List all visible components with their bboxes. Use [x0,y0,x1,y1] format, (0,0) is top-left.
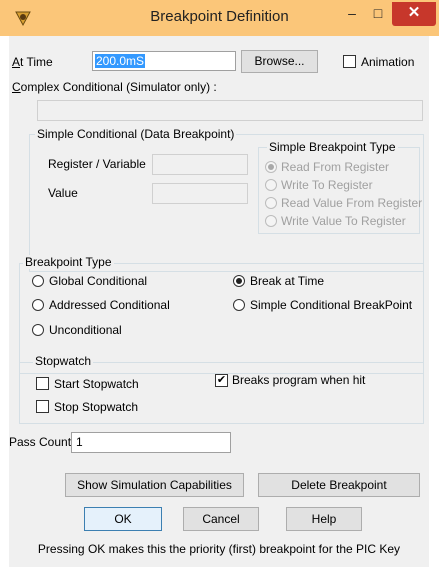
break-at-time-label: Break at Time [250,274,325,288]
footer-note: Pressing OK makes this the priority (fir… [37,542,401,556]
start-stopwatch-checkbox[interactable] [36,377,49,390]
ok-button[interactable]: OK [84,507,162,531]
start-stopwatch-label: Start Stopwatch [54,377,139,391]
register-variable-label: Register / Variable [48,157,146,171]
simple-conditional-legend: Simple Conditional (Data Breakpoint) [35,127,237,141]
minimize-button[interactable]: – [339,2,365,26]
help-button[interactable]: Help [286,507,362,531]
write-to-register-label: Write To Register [281,178,373,192]
pass-count-label: Pass Count [9,435,72,449]
breakpoint-type-legend: Breakpoint Type [23,255,114,269]
write-to-register-radio[interactable] [265,179,277,191]
complex-mnemonic: C [12,80,21,94]
simple-conditional-breakpoint-radio[interactable] [233,299,245,311]
simple-conditional-breakpoint-label: Simple Conditional BreakPoint [250,298,413,312]
stop-stopwatch-checkbox[interactable] [36,400,49,413]
value-input[interactable] [152,183,248,204]
dialog-body: At Time 200.0mS Browse... Animation Comp… [9,36,429,567]
stopwatch-group [19,362,424,424]
global-conditional-radio[interactable] [32,275,44,287]
write-value-to-register-radio[interactable] [265,215,277,227]
close-button[interactable]: ✕ [392,2,436,26]
pass-count-input[interactable]: 1 [71,432,231,453]
read-from-register-label: Read From Register [281,160,390,174]
register-variable-input[interactable] [152,154,248,175]
write-value-to-register-label: Write Value To Register [281,214,406,228]
complex-conditional-label: Complex Conditional (Simulator only) : [12,80,217,94]
global-conditional-label: Global Conditional [49,274,148,288]
show-simulation-capabilities-button[interactable]: Show Simulation Capabilities [65,473,244,497]
animation-label: Animation [361,55,415,69]
title-bar[interactable]: Breakpoint Definition – □ ✕ [0,0,439,36]
value-label: Value [48,186,78,200]
maximize-button[interactable]: □ [366,2,390,26]
cancel-button[interactable]: Cancel [183,507,259,531]
read-from-register-radio[interactable] [265,161,277,173]
at-time-input[interactable]: 200.0mS [92,51,236,71]
at-time-label-rest: t Time [20,55,53,69]
addressed-conditional-label: Addressed Conditional [49,298,170,312]
breaks-program-checkbox[interactable]: ✔ [215,374,228,387]
addressed-conditional-radio[interactable] [32,299,44,311]
stopwatch-legend: Stopwatch [33,354,94,368]
break-at-time-radio[interactable] [233,275,245,287]
check-mark-icon: ✔ [216,374,227,386]
stop-stopwatch-label: Stop Stopwatch [54,400,139,414]
read-value-from-register-label: Read Value From Register [281,196,423,210]
at-time-label: At Time [12,55,53,69]
at-time-value: 200.0mS [95,54,146,68]
animation-checkbox[interactable] [343,55,356,68]
unconditional-radio[interactable] [32,324,44,336]
simple-breakpoint-type-legend: Simple Breakpoint Type [267,140,398,154]
read-value-from-register-radio[interactable] [265,197,277,209]
complex-label-rest: omplex Conditional (Simulator only) : [20,80,217,94]
complex-conditional-input[interactable] [37,100,423,121]
at-time-mnemonic: A [12,55,21,69]
delete-breakpoint-button[interactable]: Delete Breakpoint [258,473,420,497]
breaks-program-label: Breaks program when hit [232,373,366,387]
unconditional-label: Unconditional [49,323,122,337]
browse-button[interactable]: Browse... [241,50,318,73]
